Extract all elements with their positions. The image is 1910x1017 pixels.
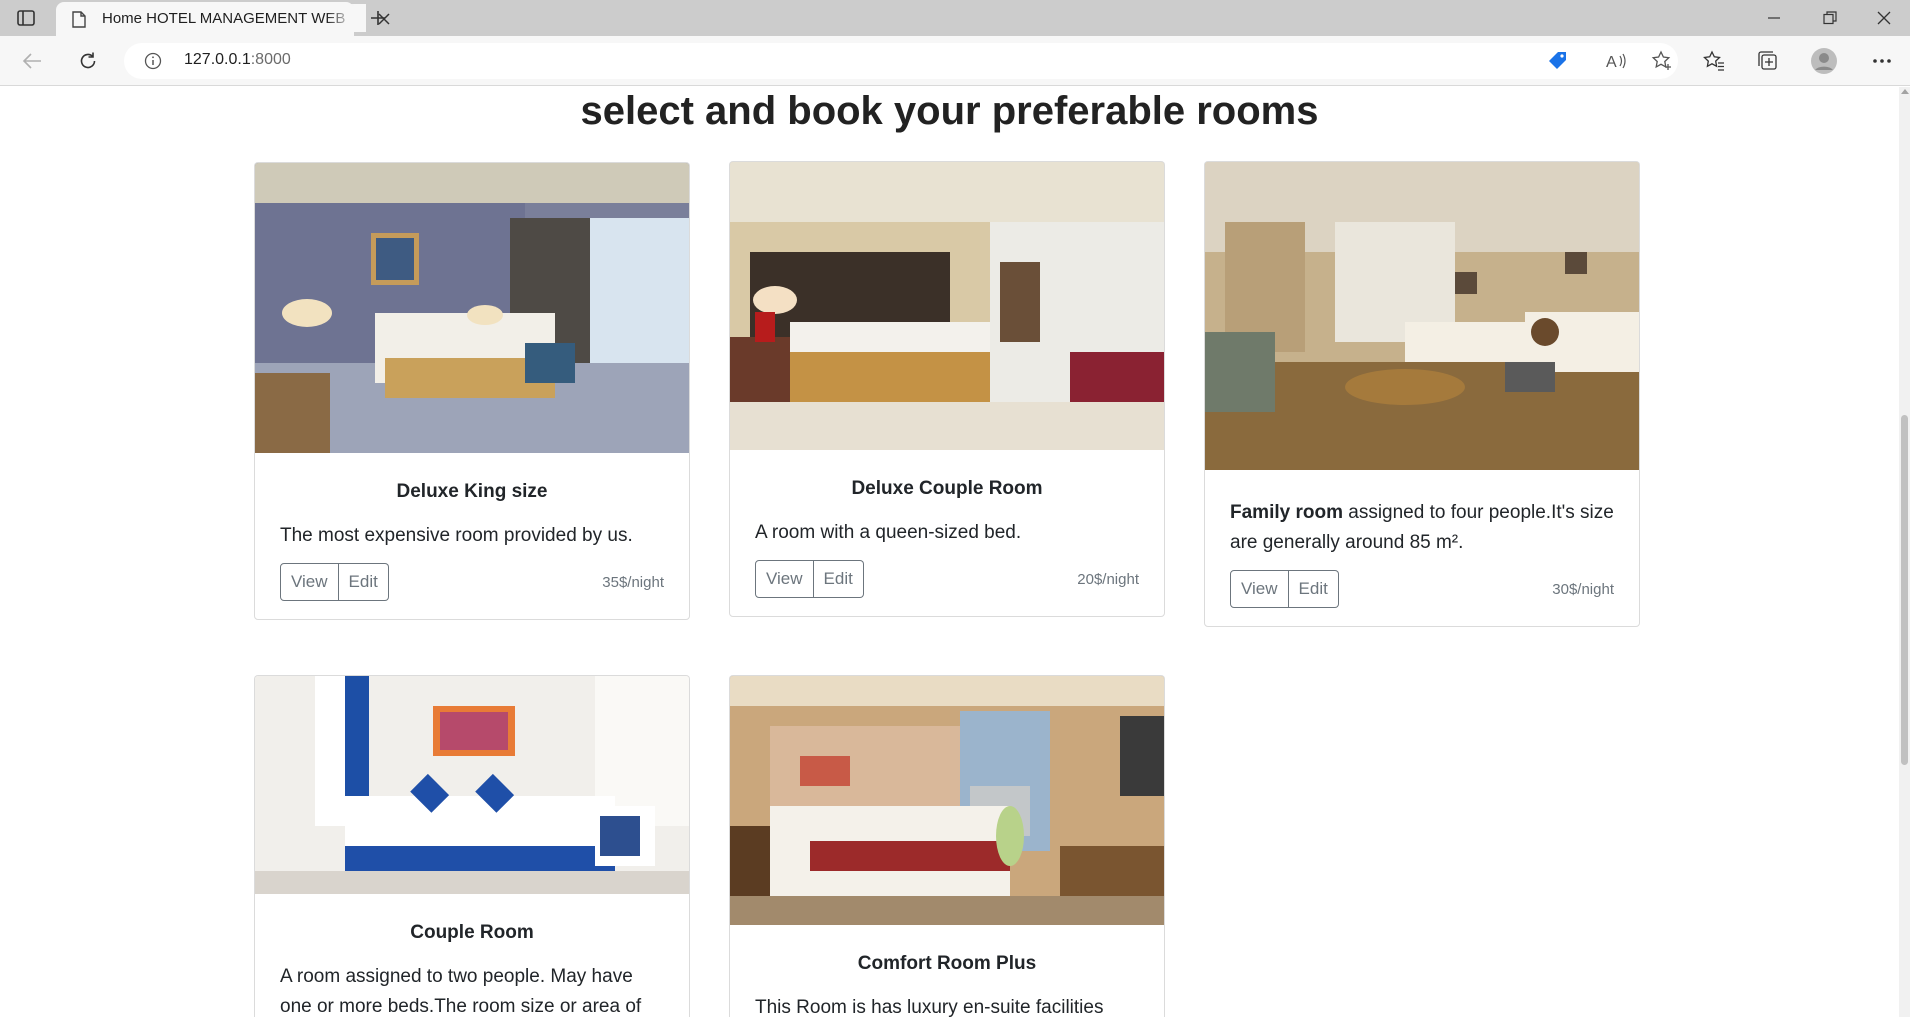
url-text: 127.0.0.1:8000: [184, 51, 291, 69]
room-title: Deluxe King size: [396, 481, 548, 502]
page-scrollbar[interactable]: [1899, 87, 1910, 1017]
room-description: A room assigned to two people. May have …: [280, 966, 642, 1017]
collections-button[interactable]: [1752, 46, 1784, 76]
edit-button[interactable]: Edit: [813, 560, 864, 598]
room-title: Comfort Room Plus: [857, 953, 1037, 974]
view-button[interactable]: View: [280, 563, 339, 601]
room-title: Family room: [1230, 502, 1343, 523]
room-description: Family room assigned to four people.It's…: [1230, 498, 1614, 558]
plus-icon: [371, 11, 385, 25]
room-price: 20$/night: [1077, 570, 1139, 588]
room-title: Couple Room: [410, 922, 534, 943]
favorites-button[interactable]: [1698, 46, 1730, 76]
refresh-icon: [80, 52, 96, 69]
refresh-button[interactable]: [72, 46, 104, 76]
page-content: select and book your preferable rooms De…: [0, 87, 1899, 1017]
scrollbar-thumb[interactable]: [1901, 415, 1908, 765]
more-menu-button[interactable]: [1866, 46, 1898, 76]
price-tag-icon[interactable]: [1546, 49, 1570, 73]
room-title: Deluxe Couple Room: [851, 478, 1043, 499]
tab-actions-icon: [17, 10, 35, 26]
room-card: Deluxe King size The most expensive room…: [254, 162, 690, 620]
browser-tab[interactable]: Home HOTEL MANAGEMENT WEB: [56, 2, 390, 36]
profile-button[interactable]: [1808, 46, 1840, 76]
family-room-photo: [1205, 162, 1639, 470]
scroll-up-arrow-icon[interactable]: [1901, 89, 1909, 94]
view-button[interactable]: View: [1230, 570, 1289, 608]
tab-actions-menu-button[interactable]: [12, 5, 40, 31]
address-bar[interactable]: 127.0.0.1:8000 A: [124, 43, 1678, 79]
room-price: 30$/night: [1552, 580, 1614, 598]
avatar-icon: [1811, 48, 1837, 74]
url-port: :8000: [250, 51, 291, 68]
read-aloud-icon[interactable]: A: [1604, 49, 1628, 73]
couple-room-photo: [255, 676, 689, 894]
room-actions: View Edit: [755, 560, 864, 598]
room-card: Couple Room A room assigned to two peopl…: [254, 675, 690, 1017]
room-card: Family room assigned to four people.It's…: [1204, 161, 1640, 627]
room-description: This Room is has luxury en-suite facilit…: [755, 997, 1104, 1017]
room-description: A room with a queen-sized bed.: [755, 522, 1022, 543]
new-tab-button[interactable]: [364, 5, 392, 31]
minimize-icon: [1768, 17, 1780, 19]
url-host: 127.0.0.1: [184, 51, 251, 68]
add-favorite-icon[interactable]: [1650, 49, 1674, 73]
restore-button[interactable]: [1802, 0, 1858, 36]
edit-button[interactable]: Edit: [338, 563, 389, 601]
page-heading: select and book your preferable rooms: [580, 89, 1319, 133]
room-description: The most expensive room provided by us.: [280, 525, 633, 546]
back-arrow-icon: [22, 53, 41, 69]
browser-tab-strip: Home HOTEL MANAGEMENT WEB: [0, 0, 1910, 36]
view-button[interactable]: View: [755, 560, 814, 598]
room-card: Comfort Room Plus This Room is has luxur…: [729, 675, 1165, 1017]
browser-toolbar: 127.0.0.1:8000 A: [0, 36, 1910, 86]
comfort-room-plus-photo: [730, 676, 1164, 925]
collections-icon: [1758, 51, 1777, 70]
restore-icon: [1823, 11, 1837, 25]
more-dots-icon: [1873, 59, 1891, 63]
room-actions: View Edit: [1230, 570, 1339, 608]
deluxe-king-room-photo: [255, 163, 689, 453]
site-info-icon[interactable]: [144, 52, 162, 70]
close-icon: [1877, 11, 1891, 25]
minimize-button[interactable]: [1746, 0, 1802, 36]
tab-title: Home HOTEL MANAGEMENT WEB: [102, 10, 346, 27]
favorites-icon: [1703, 50, 1724, 71]
page-icon: [72, 11, 86, 33]
back-button[interactable]: [16, 46, 48, 76]
close-window-button[interactable]: [1858, 0, 1910, 36]
edit-button[interactable]: Edit: [1288, 570, 1339, 608]
svg-text:A: A: [1606, 54, 1617, 71]
room-card: Deluxe Couple Room A room with a queen-s…: [729, 161, 1165, 617]
room-price: 35$/night: [602, 573, 664, 591]
deluxe-couple-room-photo: [730, 162, 1164, 450]
room-actions: View Edit: [280, 563, 389, 601]
